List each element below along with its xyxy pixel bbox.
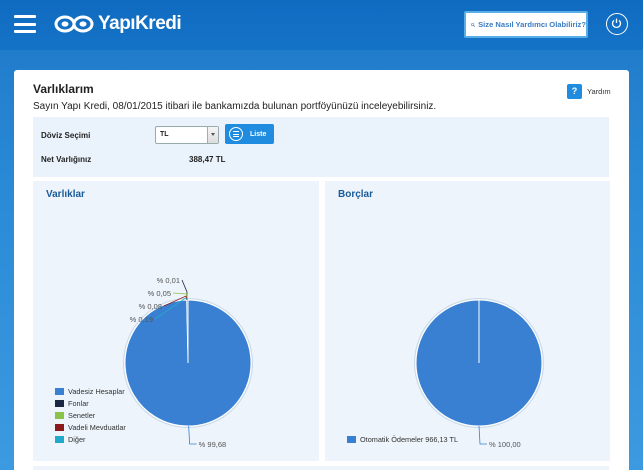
debts-chart-card: Borçlar % 100,00 Otomatik Ödemeler 966,1… [325,181,610,461]
currency-select-value: TL [160,131,169,138]
filter-box: Döviz Seçimi TL Liste Net Varlığınız 388… [33,117,609,177]
legend-swatch [55,400,64,408]
assets-legend: Vadesiz Hesaplar Fonlar Senetler Vadeli Mev… [55,386,126,445]
question-mark-icon: ? [567,84,582,99]
page-description: Sayın Yapı Kredi, 08/01/2015 itibari ile… [33,101,437,112]
pie-data-label: % 0,08 [139,302,162,311]
chevron-down-icon [207,127,218,143]
net-worth-value: 388,47 TL [189,155,226,164]
legend-label: Vadeli Mevduatlar [68,422,126,432]
brand-logo[interactable]: YapıKredi [54,12,182,36]
brand-logo-mark-icon [54,15,94,33]
pie-data-label: % 0,05 [148,289,171,298]
legend-label: Senetler [68,410,96,420]
legend-swatch [347,436,356,444]
pie-leader-line [478,425,487,445]
list-icon [229,127,243,141]
legend-label: Diğer [68,434,86,444]
assets-chart-card: Varlıklar % 99,68% 0,01% 0,05% 0,08% 0,1… [33,181,319,461]
legend-label: Otomatik Ödemeler 966,13 TL [360,435,459,445]
legend-label: Fonlar [68,399,89,409]
net-worth-label: Net Varlığınız [41,155,92,164]
pie-data-label: % 100,00 [489,440,521,449]
legend-swatch [55,423,64,431]
search-icon [471,22,476,27]
pie-data-label: % 99,68 [199,440,227,449]
legend-label: Vadesiz Hesaplar [68,387,125,397]
legend-swatch [55,411,64,419]
legend-item-vadesiz-hesaplar[interactable]: Vadesiz Hesaplar [55,386,126,398]
brand-name: YapıKredi [98,13,182,34]
list-button[interactable]: Liste [225,124,274,144]
list-button-label: Liste [250,130,267,138]
legend-item-di-er[interactable]: Diğer [55,433,126,445]
help-label: Yardım [587,87,611,96]
power-icon [611,18,622,29]
legend-item-vadeli-mevduatlar[interactable]: Vadeli Mevduatlar [55,421,126,433]
currency-label: Döviz Seçimi [41,131,91,140]
assets-panel: Varlıklarım Sayın Yapı Kredi, 08/01/2015… [14,70,629,470]
pie-data-label: % 0,01 [157,276,180,285]
legend-item-otomatik-demeler-966-13-tl[interactable]: Otomatik Ödemeler 966,13 TL [347,434,458,446]
debts-legend: Otomatik Ödemeler 966,13 TL [347,434,458,446]
page-title: Varlıklarım [33,82,94,96]
top-bar: YapıKredi Size Nasıl Yardımcı Olabiliriz… [0,0,643,50]
help-search-label: Size Nasıl Yardımcı Olabiliriz? [478,20,586,29]
hamburger-menu-icon[interactable] [14,15,36,33]
legend-item-senetler[interactable]: Senetler [55,410,126,422]
help-search-button[interactable]: Size Nasıl Yardımcı Olabiliriz? [464,11,588,38]
legend-swatch [55,435,64,443]
legend-swatch [55,388,64,396]
help-button[interactable]: ? Yardım [567,84,611,99]
bottom-strip [33,466,609,470]
pie-data-label: % 0,19 [130,315,153,324]
currency-select[interactable]: TL [155,126,219,144]
pie-leader-line [188,425,197,445]
legend-item-fonlar[interactable]: Fonlar [55,398,126,410]
debts-pie-chart: % 100,00 [414,298,544,449]
logout-button[interactable] [606,13,628,35]
